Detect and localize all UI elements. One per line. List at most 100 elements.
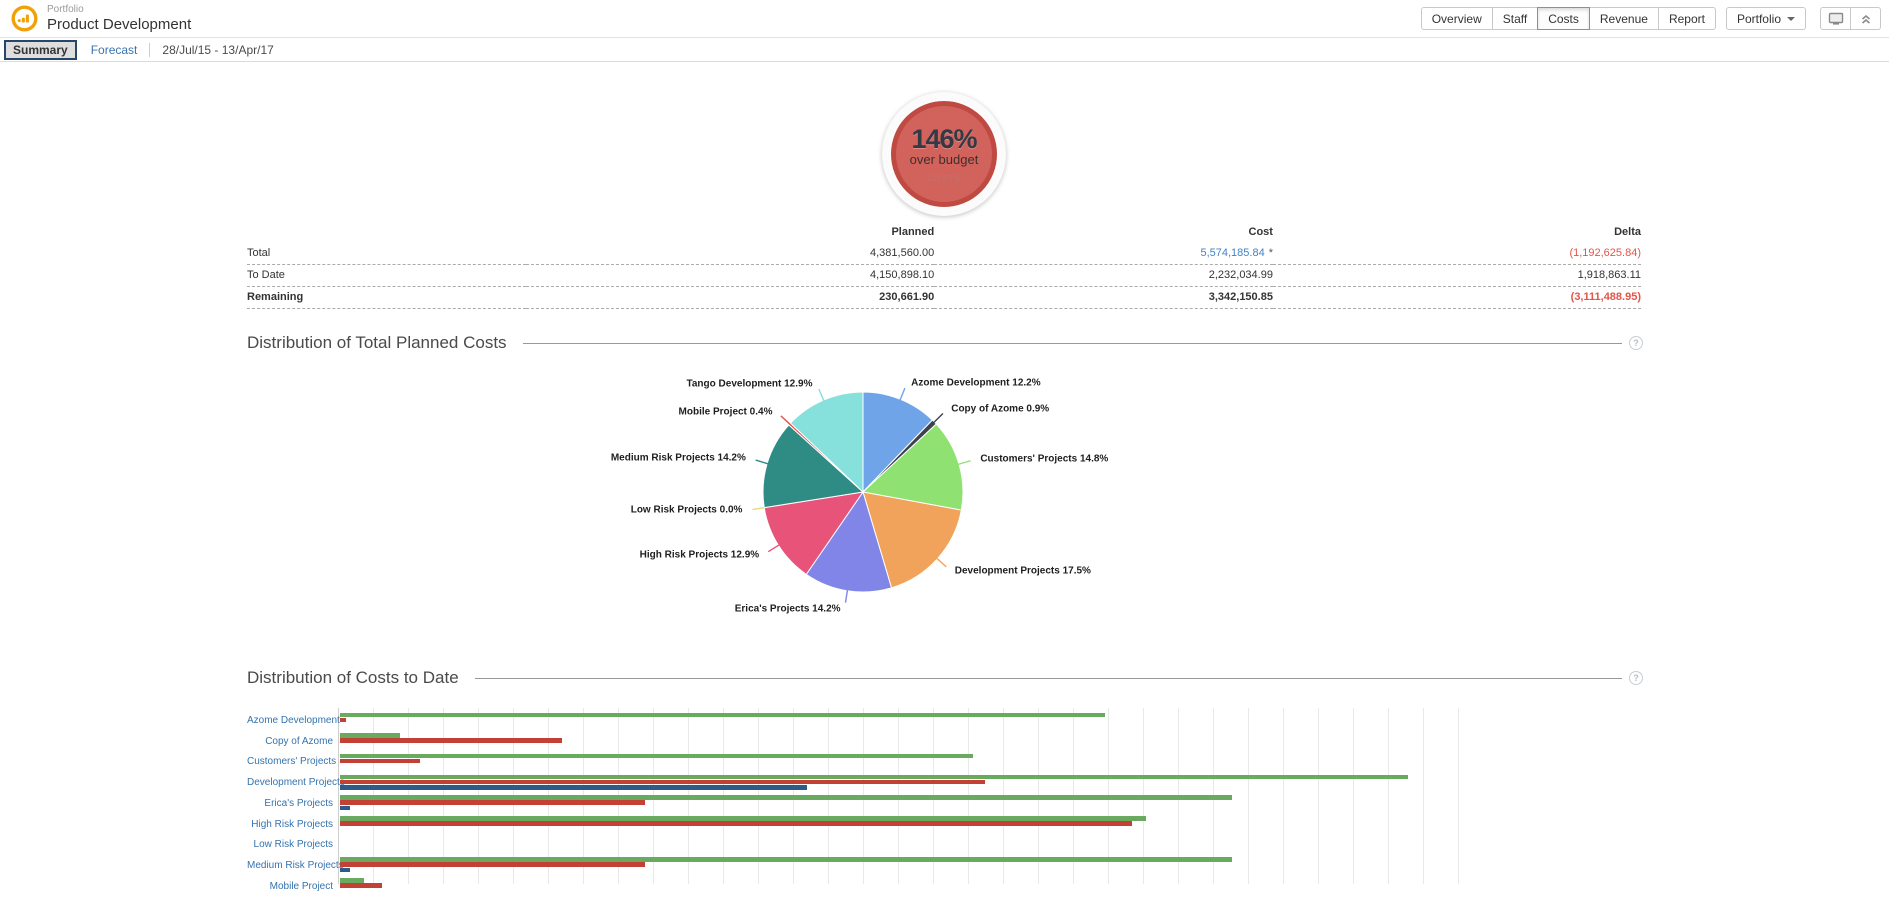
bar-green-mobile-project[interactable] bbox=[340, 878, 364, 883]
tab-forecast[interactable]: Forecast bbox=[91, 43, 138, 57]
pie-label-mobile-project: Mobile Project 0.4% bbox=[679, 406, 773, 417]
summary-row-total: Total4,381,560.00 5,574,185.84 *(1,192,625… bbox=[247, 243, 1641, 265]
bar-category-label-azome-development[interactable]: Azome Development bbox=[247, 710, 333, 731]
section-title-planned-costs: Distribution of Total Planned Costs bbox=[247, 333, 507, 353]
pie-leader-line-copy-of-azome bbox=[934, 414, 943, 423]
monitor-icon bbox=[1828, 12, 1844, 26]
asterisk-note-marker: * bbox=[1269, 247, 1273, 259]
bar-green-high-risk-projects[interactable] bbox=[340, 816, 1146, 821]
cost-value-text: 2,232,034.99 bbox=[1209, 269, 1273, 281]
tab-summary[interactable]: Summary bbox=[4, 40, 77, 60]
cost-value-link[interactable]: 5,574,185.84 bbox=[1200, 247, 1264, 259]
page-title: Product Development bbox=[47, 17, 191, 32]
bar-chart-logo-icon[interactable] bbox=[11, 5, 38, 32]
cost-value-text: 3,342,150.85 bbox=[1209, 291, 1273, 303]
delta-value: (3,111,488.95) bbox=[1273, 287, 1641, 309]
delta-value: (1,192,625.84) bbox=[1273, 243, 1641, 265]
pie-leader-line-customers-projects bbox=[958, 461, 970, 465]
bar-green-azome-development[interactable] bbox=[340, 713, 1105, 718]
bar-red-erica-s-projects[interactable] bbox=[340, 800, 645, 805]
section-rule bbox=[475, 678, 1622, 679]
help-icon[interactable]: ? bbox=[1629, 336, 1643, 350]
pie-label-customers-projects: Customers' Projects 14.8% bbox=[980, 454, 1108, 465]
section-rule bbox=[523, 343, 1622, 344]
portfolio-dropdown-label: Portfolio bbox=[1737, 12, 1781, 26]
bar-red-azome-development[interactable] bbox=[340, 718, 346, 723]
pie-leader-line-high-risk-projects bbox=[768, 545, 779, 552]
caret-down-icon bbox=[1787, 17, 1795, 21]
delta-value: 1,918,863.11 bbox=[1273, 265, 1641, 287]
cost-value: 3,342,150.85 bbox=[934, 287, 1273, 309]
icon-button-group bbox=[1820, 7, 1881, 30]
bar-blue-medium-risk-projects[interactable] bbox=[340, 868, 350, 873]
pie-label-copy-of-azome: Copy of Azome 0.9% bbox=[951, 404, 1049, 415]
summary-row-remaining: Remaining230,661.903,342,150.85(3,111,48… bbox=[247, 287, 1641, 309]
pie-leader-line-development-projects bbox=[937, 558, 947, 567]
pie-label-erica-s-projects: Erica's Projects 14.2% bbox=[735, 603, 841, 614]
budget-badge-label: over budget bbox=[910, 152, 979, 167]
subnav-separator bbox=[149, 43, 150, 57]
bar-category-label-high-risk-projects[interactable]: High Risk Projects bbox=[247, 814, 333, 835]
bar-blue-development-projects[interactable] bbox=[340, 785, 807, 790]
planned-value: 230,661.90 bbox=[526, 287, 934, 309]
bar-category-label-development-projects[interactable]: Development Projects bbox=[247, 772, 333, 793]
bar-category-label-mobile-project[interactable]: Mobile Project bbox=[247, 876, 333, 897]
column-header-planned: Planned bbox=[526, 223, 934, 243]
row-label: Total bbox=[247, 243, 526, 265]
budget-badge-caption: COSTS bbox=[927, 174, 961, 183]
pie-label-medium-risk-projects: Medium Risk Projects 14.2% bbox=[611, 453, 746, 464]
bar-category-label-copy-of-azome[interactable]: Copy of Azome bbox=[247, 731, 333, 752]
bar-green-development-projects[interactable] bbox=[340, 775, 1408, 780]
section-title-costs-to-date: Distribution of Costs to Date bbox=[247, 668, 459, 688]
nav-button-report[interactable]: Report bbox=[1658, 7, 1716, 30]
column-header-cost: Cost bbox=[934, 223, 1273, 243]
bar-red-customers-projects[interactable] bbox=[340, 759, 420, 764]
budget-badge-value: 146% bbox=[911, 126, 976, 152]
main-content: 146% over budget COSTS PlannedCostDelta … bbox=[245, 0, 1643, 884]
bar-red-high-risk-projects[interactable] bbox=[340, 821, 1132, 826]
planned-costs-pie-chart bbox=[743, 372, 983, 612]
nav-button-costs[interactable]: Costs bbox=[1537, 7, 1590, 30]
summary-row-to-date: To Date4,150,898.102,232,034.991,918,863… bbox=[247, 265, 1641, 287]
bar-green-customers-projects[interactable] bbox=[340, 754, 973, 759]
section-planned-costs-header: Distribution of Total Planned Costs ? bbox=[247, 333, 1643, 353]
cost-value: 2,232,034.99 bbox=[934, 265, 1273, 287]
summary-table-header-row: PlannedCostDelta bbox=[247, 223, 1641, 243]
pie-leader-line-medium-risk-projects bbox=[756, 460, 768, 464]
double-chevron-up-icon bbox=[1860, 13, 1872, 25]
bar-green-medium-risk-projects[interactable] bbox=[340, 857, 1232, 862]
title-block: Portfolio Product Development bbox=[47, 5, 191, 32]
budget-badge: 146% over budget COSTS bbox=[882, 92, 1006, 216]
pie-leader-line-low-risk-projects bbox=[752, 507, 765, 509]
pie-leader-line-erica-s-projects bbox=[845, 590, 847, 603]
bar-category-label-customers-projects[interactable]: Customers' Projects bbox=[247, 751, 333, 772]
costs-to-date-bar-chart: Azome DevelopmentCopy of AzomeCustomers'… bbox=[247, 708, 1641, 884]
planned-value: 4,381,560.00 bbox=[526, 243, 934, 265]
section-costs-to-date-header: Distribution of Costs to Date ? bbox=[247, 668, 1643, 688]
pie-leader-line-azome-development bbox=[900, 388, 905, 400]
help-icon[interactable]: ? bbox=[1629, 671, 1643, 685]
portfolio-dropdown[interactable]: Portfolio bbox=[1726, 7, 1806, 30]
pie-leader-line-tango-development bbox=[819, 389, 824, 401]
pie-leader-line-mobile-project bbox=[781, 416, 791, 425]
collapse-button[interactable] bbox=[1850, 7, 1881, 30]
pie-label-high-risk-projects: High Risk Projects 12.9% bbox=[640, 549, 760, 560]
bar-category-label-erica-s-projects[interactable]: Erica's Projects bbox=[247, 793, 333, 814]
row-label: To Date bbox=[247, 265, 526, 287]
bar-red-medium-risk-projects[interactable] bbox=[340, 862, 645, 867]
bar-green-erica-s-projects[interactable] bbox=[340, 795, 1232, 800]
column-header-delta: Delta bbox=[1273, 223, 1641, 243]
summary-table-corner-cell bbox=[247, 223, 526, 243]
bar-red-copy-of-azome[interactable] bbox=[340, 738, 562, 743]
bar-category-label-medium-risk-projects[interactable]: Medium Risk Projects bbox=[247, 855, 333, 876]
pie-label-tango-development: Tango Development 12.9% bbox=[687, 378, 813, 389]
monitor-button[interactable] bbox=[1820, 7, 1851, 30]
bar-category-label-low-risk-projects[interactable]: Low Risk Projects bbox=[247, 834, 333, 855]
summary-table: PlannedCostDelta Total4,381,560.005,574,… bbox=[247, 223, 1641, 309]
cost-value: 5,574,185.84 * bbox=[934, 243, 1273, 265]
bar-green-copy-of-azome[interactable] bbox=[340, 733, 400, 738]
bar-blue-erica-s-projects[interactable] bbox=[340, 806, 350, 811]
bar-red-development-projects[interactable] bbox=[340, 780, 985, 785]
pie-label-low-risk-projects: Low Risk Projects 0.0% bbox=[631, 505, 743, 516]
budget-badge-circle: 146% over budget COSTS bbox=[891, 101, 997, 207]
